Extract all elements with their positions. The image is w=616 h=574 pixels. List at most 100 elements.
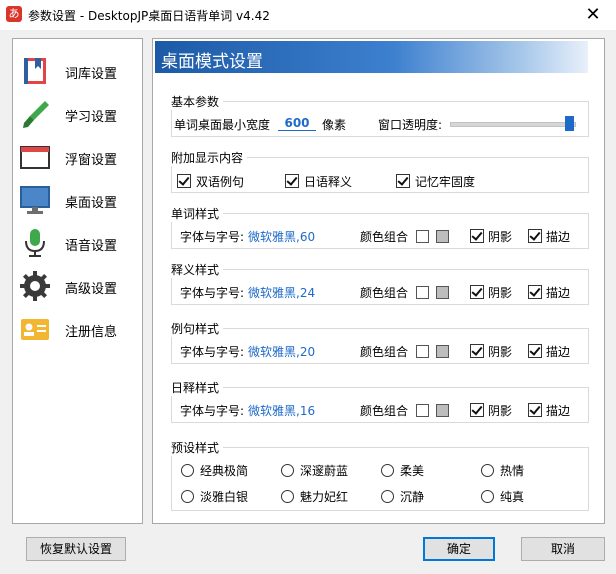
preset-radio-classic[interactable]	[181, 464, 194, 477]
min-width-label: 单词桌面最小宽度	[174, 118, 271, 132]
shadow-checkbox[interactable]	[470, 229, 484, 243]
color-combo-label: 颜色组合	[360, 230, 409, 244]
preset-radio-passion[interactable]	[481, 464, 494, 477]
preset-radio-charm-red[interactable]	[281, 490, 294, 503]
group-title: 日释样式	[171, 379, 224, 396]
sidebar-item-label: 词库设置	[65, 67, 118, 82]
opacity-slider-thumb[interactable]	[565, 116, 574, 131]
opacity-label: 窗口透明度:	[378, 118, 443, 132]
preset-label: 沉静	[400, 490, 425, 504]
outline-label: 描边	[546, 345, 571, 359]
group-title: 预设样式	[171, 439, 224, 456]
preset-label: 魅力妃红	[300, 490, 349, 504]
bg-color-swatch[interactable]	[436, 230, 449, 243]
fg-color-swatch[interactable]	[416, 230, 429, 243]
preset-style-group: 预设样式 经典极简 深邃蔚蓝 柔美 热情 淡雅白银 魅力妃红 沉静 纯真	[171, 439, 589, 511]
checkbox-label: 日语释义	[304, 175, 353, 189]
brush-icon	[23, 101, 49, 128]
fg-color-swatch[interactable]	[416, 404, 429, 417]
outline-checkbox[interactable]	[528, 285, 542, 299]
monitor-icon	[20, 186, 50, 214]
sidebar-item-label: 浮窗设置	[65, 153, 118, 168]
bilingual-example-checkbox[interactable]	[177, 174, 191, 188]
preset-radio-deep-blue[interactable]	[281, 464, 294, 477]
group-title: 单词样式	[171, 205, 224, 222]
sidebar: 词库设置 学习设置 浮窗设置 桌面设置 语音设置 高级设置 注册信息	[12, 38, 143, 524]
sidebar-item-register[interactable]: 注册信息	[13, 309, 142, 349]
jp-definition-style-group: 日释样式 字体与字号: 微软雅黑,16 颜色组合 阴影 描边	[171, 379, 589, 423]
panel-header: 桌面模式设置	[155, 41, 588, 73]
settings-panel: 桌面模式设置 基本参数 单词桌面最小宽度 600 像素 窗口透明度: 附加显示内…	[152, 38, 605, 524]
color-combo-label: 颜色组合	[360, 345, 409, 359]
checkbox-label: 双语例句	[196, 175, 245, 189]
sidebar-item-label: 高级设置	[65, 282, 118, 297]
fg-color-swatch[interactable]	[416, 345, 429, 358]
window-title: 参数设置 - DesktopJP桌面日语背单词 v4.42	[28, 9, 270, 23]
close-button[interactable]: ✕	[576, 2, 610, 28]
ok-button[interactable]: 确定	[423, 537, 495, 561]
preset-radio-silver[interactable]	[181, 490, 194, 503]
group-title: 附加显示内容	[171, 149, 248, 166]
jp-definition-checkbox[interactable]	[285, 174, 299, 188]
shadow-label: 阴影	[488, 345, 513, 359]
microphone-icon	[25, 229, 45, 257]
sidebar-item-advanced[interactable]: 高级设置	[13, 266, 142, 306]
outline-checkbox[interactable]	[528, 229, 542, 243]
cancel-button[interactable]: 取消	[521, 537, 605, 561]
sidebar-item-label: 桌面设置	[65, 196, 118, 211]
outline-label: 描边	[546, 404, 571, 418]
preset-radio-gentle[interactable]	[381, 464, 394, 477]
font-value-link[interactable]: 微软雅黑,24	[248, 284, 315, 301]
preset-radio-calm[interactable]	[381, 490, 394, 503]
definition-style-group: 释义样式 字体与字号: 微软雅黑,24 颜色组合 阴影 描边	[171, 261, 589, 305]
app-icon: あ	[6, 6, 22, 22]
preset-label: 经典极简	[200, 464, 249, 478]
font-value-link[interactable]: 微软雅黑,16	[248, 402, 315, 419]
sidebar-item-desktop[interactable]: 桌面设置	[13, 180, 142, 220]
preset-radio-innocent[interactable]	[481, 490, 494, 503]
title-bar: あ 参数设置 - DesktopJP桌面日语背单词 v4.42 ✕	[0, 0, 616, 30]
extra-content-group: 附加显示内容 双语例句 日语释义 记忆牢固度	[171, 149, 589, 193]
sidebar-item-label: 注册信息	[65, 325, 118, 340]
group-title: 释义样式	[171, 261, 224, 278]
bg-color-swatch[interactable]	[436, 286, 449, 299]
sidebar-item-voice[interactable]: 语音设置	[13, 223, 142, 263]
preset-label: 热情	[500, 464, 525, 478]
memory-strength-checkbox[interactable]	[396, 174, 410, 188]
floating-window-icon	[20, 146, 50, 169]
id-card-icon	[21, 319, 49, 340]
example-style-group: 例句样式 字体与字号: 微软雅黑,20 颜色组合 阴影 描边	[171, 320, 589, 364]
font-value-link[interactable]: 微软雅黑,60	[248, 228, 315, 245]
word-style-group: 单词样式 字体与字号: 微软雅黑,60 颜色组合 阴影 描边	[171, 205, 589, 249]
shadow-checkbox[interactable]	[470, 403, 484, 417]
preset-label: 深邃蔚蓝	[300, 464, 349, 478]
color-combo-label: 颜色组合	[360, 286, 409, 300]
gear-icon	[20, 271, 50, 301]
restore-defaults-button[interactable]: 恢复默认设置	[26, 537, 126, 561]
shadow-checkbox[interactable]	[470, 285, 484, 299]
bg-color-swatch[interactable]	[436, 345, 449, 358]
checkbox-label: 记忆牢固度	[415, 175, 476, 189]
outline-label: 描边	[546, 230, 571, 244]
outline-checkbox[interactable]	[528, 344, 542, 358]
sidebar-item-study[interactable]: 学习设置	[13, 94, 142, 134]
sidebar-item-label: 语音设置	[65, 239, 118, 254]
font-label: 字体与字号:	[180, 286, 245, 300]
sidebar-item-float[interactable]: 浮窗设置	[13, 137, 142, 177]
fg-color-swatch[interactable]	[416, 286, 429, 299]
min-width-unit: 像素	[322, 118, 347, 132]
shadow-checkbox[interactable]	[470, 344, 484, 358]
bg-color-swatch[interactable]	[436, 404, 449, 417]
preset-label: 纯真	[500, 490, 525, 504]
min-width-input[interactable]: 600	[278, 116, 316, 131]
group-title: 例句样式	[171, 320, 224, 337]
outline-label: 描边	[546, 286, 571, 300]
opacity-slider-track[interactable]	[450, 122, 576, 127]
panel-title: 桌面模式设置	[161, 52, 263, 72]
font-value-link[interactable]: 微软雅黑,20	[248, 343, 315, 360]
sidebar-item-vocab[interactable]: 词库设置	[13, 51, 142, 91]
book-icon	[24, 58, 46, 84]
shadow-label: 阴影	[488, 230, 513, 244]
outline-checkbox[interactable]	[528, 403, 542, 417]
group-title: 基本参数	[171, 93, 224, 110]
